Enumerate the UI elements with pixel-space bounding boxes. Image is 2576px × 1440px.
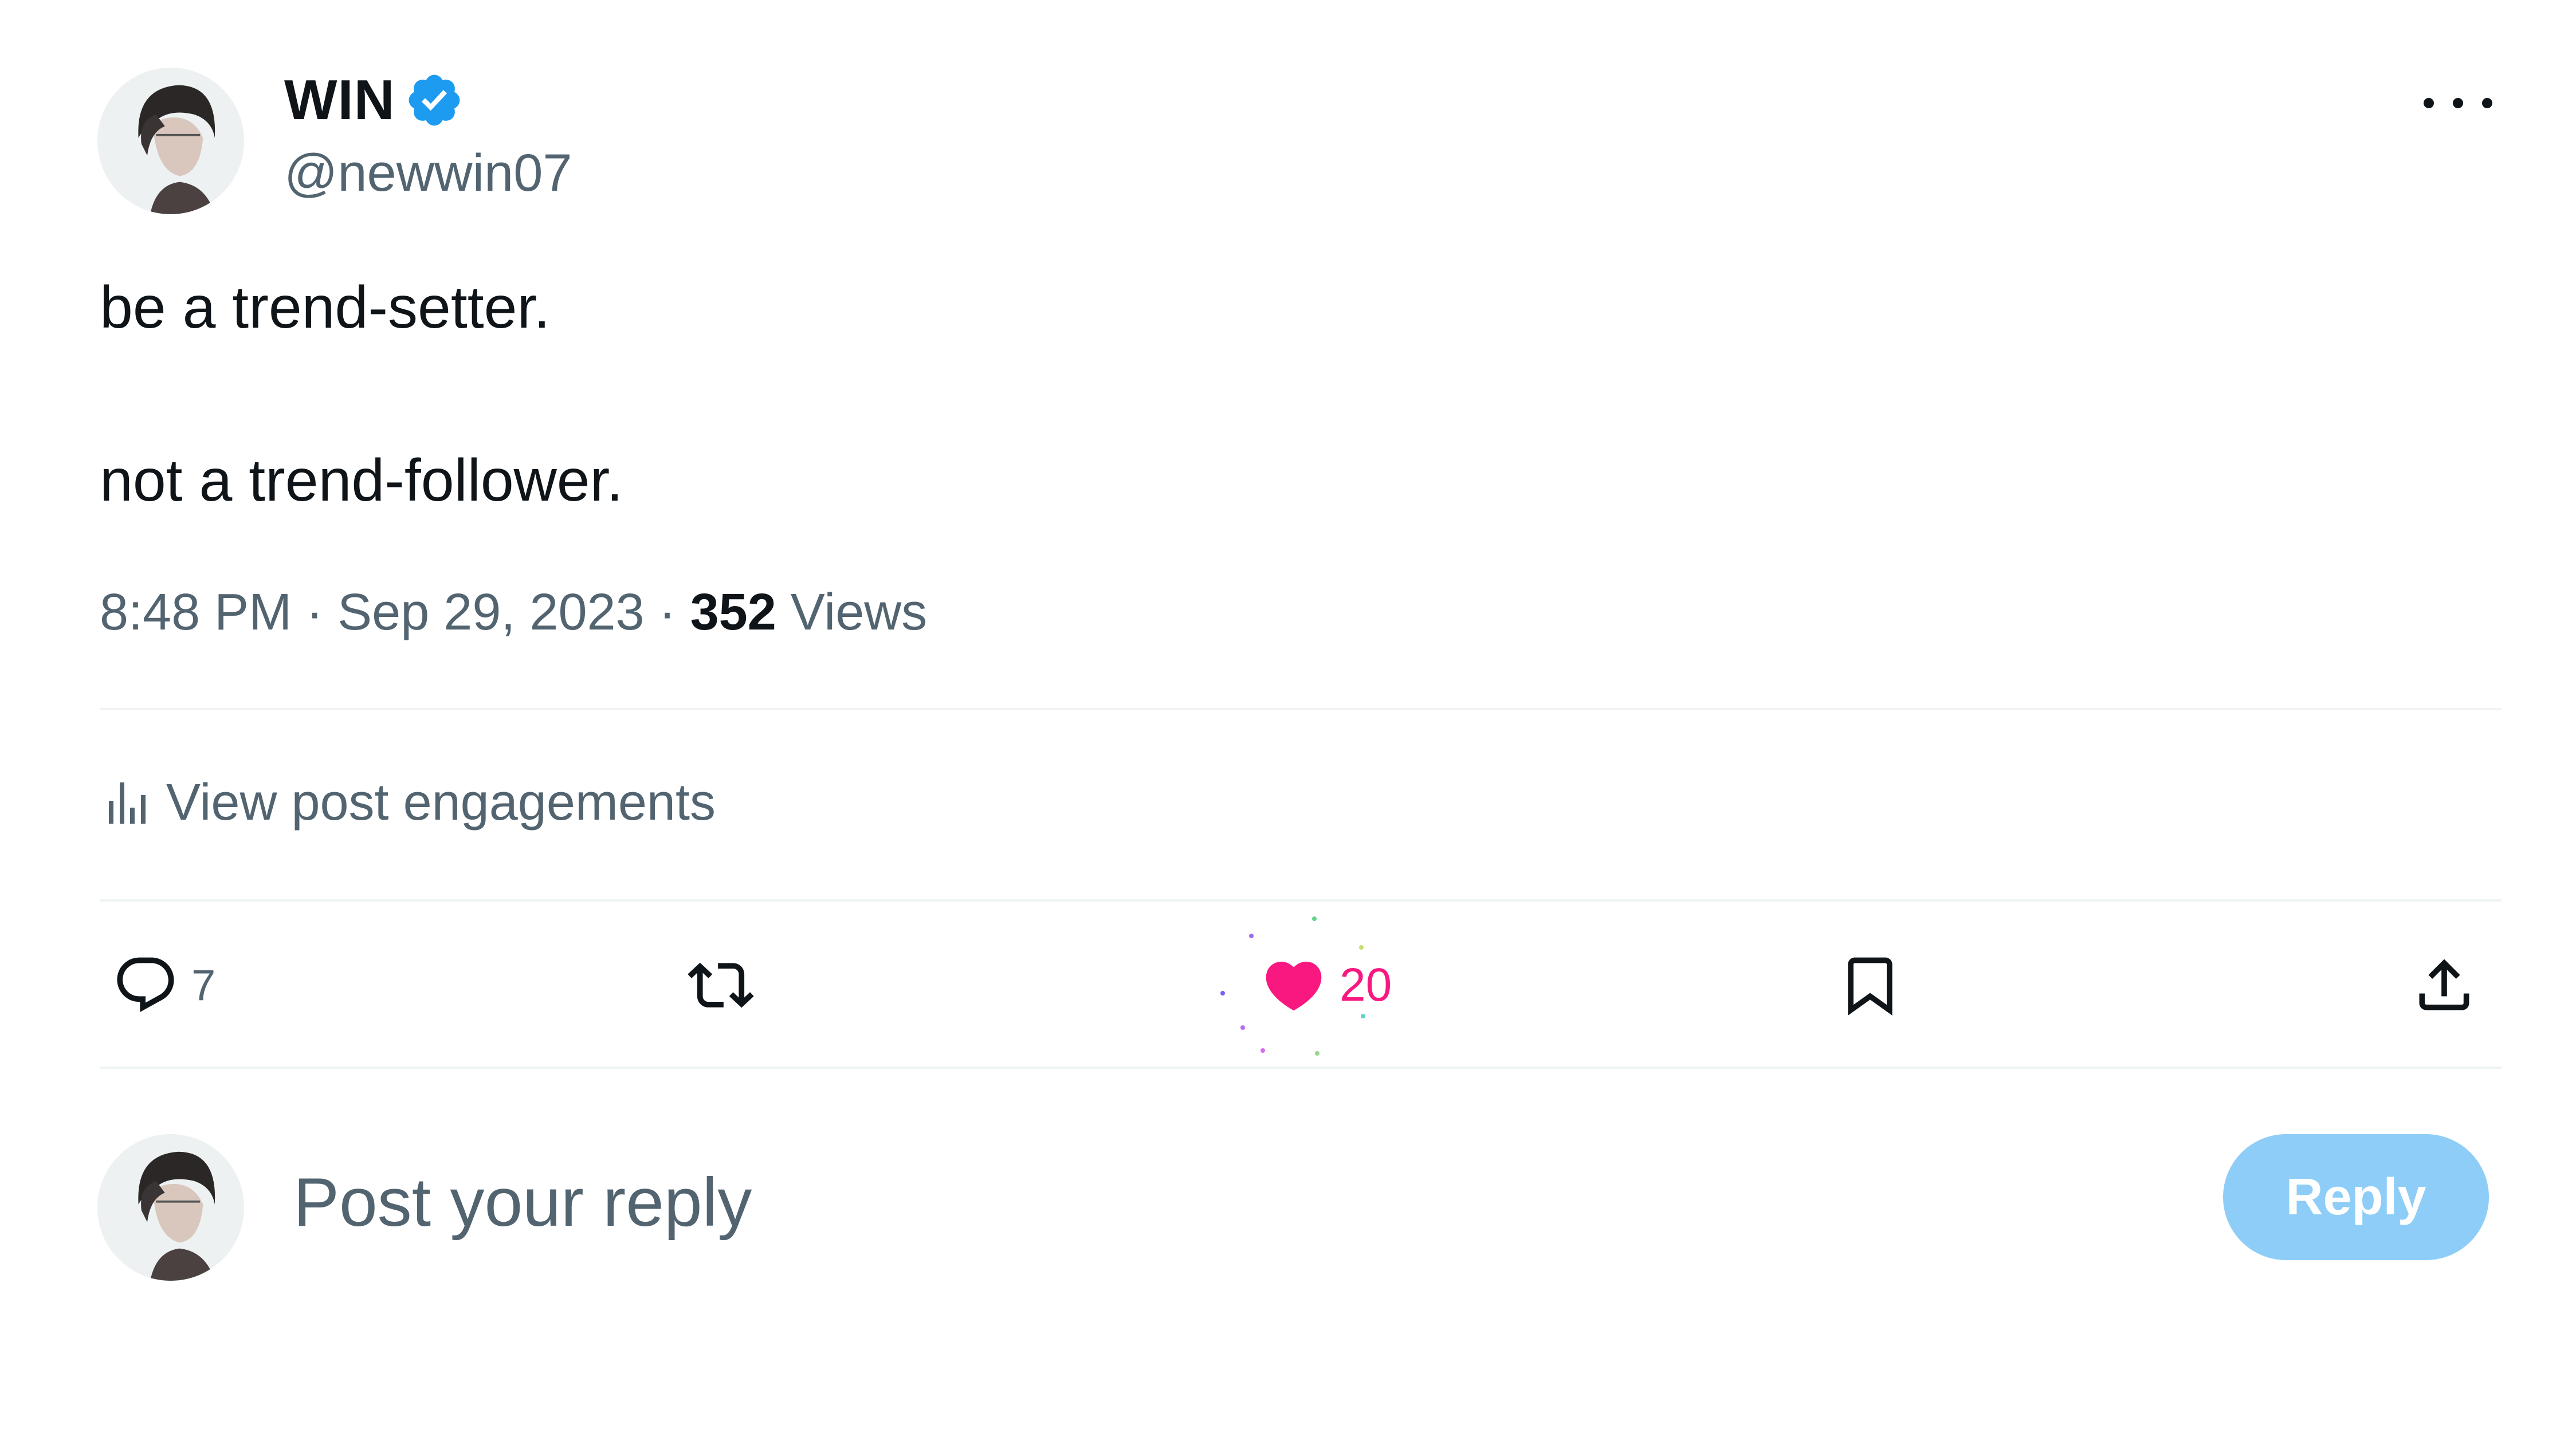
share-button[interactable]	[2411, 951, 2477, 1020]
post-time[interactable]: 8:48 PM	[100, 584, 292, 641]
meta-separator: ·	[644, 584, 690, 641]
tweet-detail: WIN @newwin07 be a trend-setter. not a t…	[0, 0, 2576, 1440]
share-icon	[2419, 959, 2469, 1010]
post-text-line-1: be a trend-setter.	[100, 274, 551, 341]
repost-button[interactable]	[688, 951, 754, 1020]
post-date[interactable]: Sep 29, 2023	[337, 584, 644, 641]
engagements-label: View post engagements	[166, 774, 716, 831]
more-icon[interactable]	[2424, 86, 2492, 120]
reply-button[interactable]: 7	[112, 951, 215, 1020]
reply-input[interactable]: Post your reply	[293, 1163, 752, 1242]
views-count: 352	[690, 584, 776, 641]
divider	[100, 1067, 2502, 1069]
divider	[100, 899, 2502, 902]
reply-icon	[117, 957, 174, 1012]
verified-icon	[409, 74, 460, 125]
current-user-avatar[interactable]	[97, 1134, 244, 1281]
views-label: Views	[776, 584, 928, 641]
reply-count: 7	[191, 961, 216, 1010]
reply-submit-button[interactable]: Reply	[2223, 1134, 2489, 1260]
post-meta: 8:48 PM · Sep 29, 2023 · 352 Views	[100, 583, 927, 642]
author-avatar[interactable]	[97, 68, 244, 214]
like-icon	[1266, 961, 1322, 1011]
post-text-line-2: not a trend-follower.	[100, 447, 623, 514]
author-display-name[interactable]: WIN	[284, 68, 395, 132]
meta-separator: ·	[292, 584, 338, 641]
engagements-icon	[109, 782, 146, 824]
like-count: 20	[1340, 959, 1392, 1011]
author-name-row: WIN	[284, 68, 464, 132]
like-button[interactable]: 20	[1260, 951, 1392, 1020]
author-handle[interactable]: @newwin07	[284, 143, 572, 203]
bookmark-button[interactable]	[1837, 951, 1903, 1020]
repost-icon	[688, 962, 754, 1008]
view-engagements-link[interactable]: View post engagements	[100, 773, 716, 832]
divider	[100, 708, 2502, 710]
bookmark-icon	[1848, 957, 1892, 1016]
